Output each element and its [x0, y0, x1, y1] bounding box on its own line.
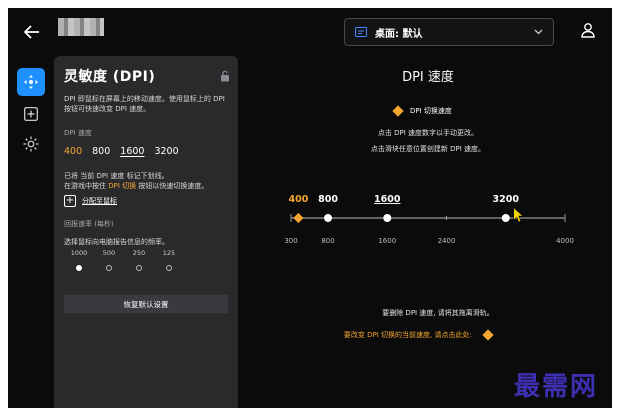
dpi-point-label[interactable]: 3200 — [493, 194, 520, 205]
mouse-cursor-icon — [513, 207, 524, 223]
axis-tick-label: 2400 — [438, 237, 456, 245]
dpi-point[interactable] — [383, 214, 392, 222]
dpi-point-label[interactable]: 800 — [318, 194, 338, 205]
dpi-slider[interactable]: 300 800 1600 2400 4000 400 800 1600 3200 — [8, 8, 612, 408]
change-shift-note: 要改变 DPI 切换的当前速度, 请点击此处: — [288, 329, 548, 341]
dpi-point[interactable] — [501, 214, 510, 222]
remove-dpi-note: 要删除 DPI 速度, 请将其拖离滑轨。 — [382, 309, 494, 317]
dpi-point-label[interactable]: 400 — [288, 194, 308, 205]
dpi-point[interactable] — [324, 214, 333, 222]
dpi-point-shift[interactable] — [293, 212, 304, 224]
axis-tick-label: 300 — [284, 237, 297, 245]
app-window: 桌面: 默认 灵敏度 (DPI) DPI 即鼠标在屏幕上的移动速度。使用鼠标上的… — [8, 8, 612, 408]
dpi-shift-set-button[interactable] — [482, 329, 494, 341]
axis-tick-label: 800 — [321, 237, 334, 245]
dpi-point-label[interactable]: 1600 — [374, 194, 401, 205]
watermark-text: 最需网 — [514, 372, 599, 402]
axis-tick-label: 4000 — [556, 237, 574, 245]
axis-tick-label: 1600 — [378, 237, 396, 245]
slider-layer: 300 800 1600 2400 4000 400 800 1600 3200 — [284, 194, 574, 245]
change-shift-text: 要改变 DPI 切换的当前速度, 请点击此处: — [343, 331, 472, 339]
